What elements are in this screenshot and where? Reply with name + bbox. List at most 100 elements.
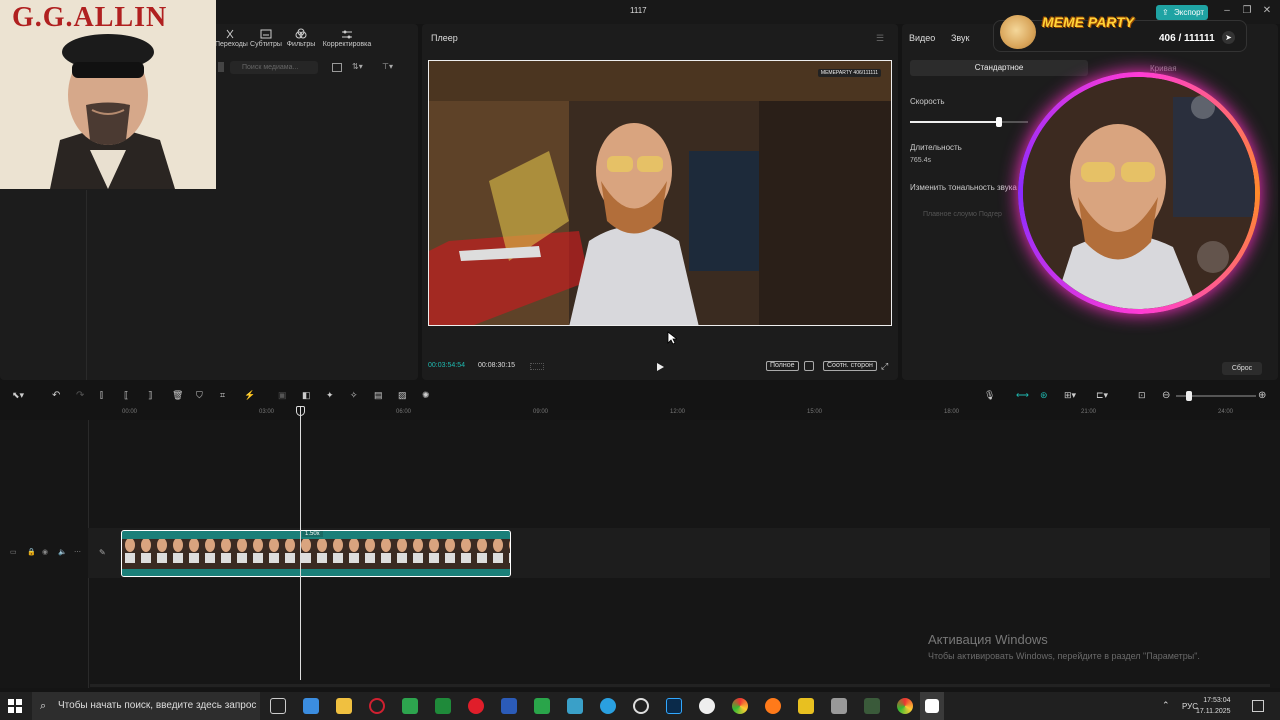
player-menu-icon[interactable]: ☰: [876, 33, 884, 44]
track-audio-icon[interactable]: 🔈: [58, 548, 67, 556]
obs-icon[interactable]: [633, 698, 649, 714]
app-icon-game[interactable]: [864, 698, 880, 714]
microphone-icon[interactable]: 🎙: [984, 390, 996, 402]
video-frame-illustration: [429, 61, 891, 325]
crop-icon[interactable]: ⌗: [220, 390, 232, 402]
tab-subtitles[interactable]: Субтитры: [249, 28, 283, 48]
taskbar-search-input[interactable]: ⌕ Чтобы начать поиск, введите здесь запр…: [32, 692, 260, 720]
magnet-icon[interactable]: ⊛: [1040, 390, 1052, 402]
word-icon[interactable]: [501, 698, 517, 714]
effects-icon[interactable]: ✺: [422, 390, 434, 402]
excel-icon[interactable]: [435, 698, 451, 714]
track-lock-icon[interactable]: 🔒: [27, 548, 36, 556]
magic-icon[interactable]: ✧: [350, 390, 362, 402]
speed-label: Скорость: [910, 97, 945, 106]
link-icon[interactable]: ⟷: [1016, 390, 1029, 402]
telegram-icon[interactable]: [600, 698, 616, 714]
aspect-ratio-button[interactable]: Соотн. сторон: [823, 361, 877, 371]
track-more-icon[interactable]: ⋯: [74, 548, 81, 556]
pitch-label[interactable]: Изменить тональность звука: [910, 183, 1017, 192]
activation-subtitle: Чтобы активировать Windows, перейдите в …: [928, 651, 1200, 661]
fullscreen-icon[interactable]: ⤢: [881, 361, 888, 372]
freeze-icon[interactable]: ▣: [278, 390, 290, 402]
duration-value[interactable]: 765.4s: [910, 157, 931, 164]
yandex-icon[interactable]: [699, 698, 715, 714]
minimize-button[interactable]: –: [1220, 4, 1234, 18]
image-icon[interactable]: ▨: [398, 390, 410, 402]
task-view-icon[interactable]: [270, 698, 286, 714]
split-right-icon[interactable]: ⟧: [148, 390, 160, 402]
app-icon-yellow[interactable]: [798, 698, 814, 714]
player-video-frame[interactable]: MEMEPARTY 406/111111: [428, 60, 892, 326]
app-icon-1[interactable]: [303, 698, 319, 714]
panel-collapse-icon[interactable]: [218, 62, 224, 72]
fit-timeline-icon[interactable]: ⊡: [1138, 390, 1150, 402]
app-icon-blue[interactable]: [567, 698, 583, 714]
tab-video[interactable]: Видео: [909, 33, 935, 43]
select-tool-icon[interactable]: ⬉▾: [12, 390, 24, 402]
play-app-icon[interactable]: [534, 698, 550, 714]
undo-icon[interactable]: ↶: [52, 390, 64, 402]
close-button[interactable]: ✕: [1260, 4, 1274, 18]
search-icon: ⌕: [40, 700, 47, 712]
doge-icon: [1000, 15, 1036, 49]
snap-icon[interactable]: ⊏▾: [1096, 390, 1108, 402]
opera-gx-icon[interactable]: [369, 698, 385, 714]
windows-start-icon[interactable]: [8, 699, 22, 713]
delete-icon[interactable]: 🗑: [172, 390, 184, 402]
track-edit-icon[interactable]: ✎: [99, 548, 106, 557]
tab-filters[interactable]: Фильтры: [285, 28, 317, 48]
preview-axis-icon[interactable]: ⊞▾: [1064, 390, 1076, 402]
firefox-icon[interactable]: [765, 698, 781, 714]
photoshop-icon[interactable]: [666, 698, 682, 714]
file-explorer-icon[interactable]: [336, 698, 352, 714]
speed-slider-knob[interactable]: [995, 117, 1002, 127]
chrome-icon-2[interactable]: [897, 698, 913, 714]
app-icon-gray[interactable]: [831, 698, 847, 714]
shield-icon[interactable]: ⛉: [196, 390, 208, 402]
speed-mode-curve[interactable]: Кривая: [1150, 64, 1177, 73]
ai-icon[interactable]: ✦: [326, 390, 338, 402]
track-visibility-icon[interactable]: ◉: [42, 548, 48, 556]
app-icon-green[interactable]: [402, 698, 418, 714]
media-search-input[interactable]: Поиск медиама...: [230, 61, 318, 74]
redo-icon[interactable]: ↷: [76, 390, 88, 402]
speed-icon[interactable]: ⚡: [244, 390, 256, 402]
opera-icon[interactable]: [468, 698, 484, 714]
capcut-active-icon[interactable]: [920, 692, 944, 720]
zoom-out-icon[interactable]: ⊖: [1162, 390, 1174, 402]
video-clip[interactable]: [121, 530, 511, 577]
track-cover-icon[interactable]: ▭: [10, 548, 17, 556]
circle-webcam-overlay: [1018, 72, 1260, 314]
grid-view-icon[interactable]: [332, 63, 342, 72]
caption-icon[interactable]: ▤: [374, 390, 386, 402]
play-button[interactable]: [655, 362, 665, 372]
tab-adjustment[interactable]: Корректировка: [321, 28, 373, 48]
mirror-icon[interactable]: ◧: [302, 390, 314, 402]
split-left-icon[interactable]: ⟦: [124, 390, 136, 402]
zoom-in-icon[interactable]: ⊕: [1258, 390, 1270, 402]
speed-mode-standard[interactable]: Стандартное: [910, 60, 1088, 76]
sort-icon[interactable]: ⇅▾: [352, 62, 363, 71]
smooth-slowmo-label[interactable]: Плавное слоумо Подгер: [923, 211, 1002, 218]
maximize-button[interactable]: ❐: [1240, 4, 1254, 18]
tab-transitions[interactable]: Переходы: [215, 28, 248, 48]
reset-button[interactable]: Сброс: [1222, 362, 1262, 375]
tab-label: Субтитры: [250, 41, 282, 48]
tick-label: 18:00: [944, 409, 960, 415]
split-icon[interactable]: ⫿: [100, 390, 112, 402]
taskbar-clock[interactable]: 17:53:04 17.11.2025: [1196, 695, 1231, 717]
playhead[interactable]: [300, 406, 301, 680]
timeline-scrollbar[interactable]: [90, 684, 1270, 687]
zoom-fit-icon[interactable]: [804, 361, 814, 371]
export-button[interactable]: ⇪ Экспорт: [1156, 5, 1208, 20]
filter-icon[interactable]: ⊤▾: [382, 62, 393, 71]
full-button[interactable]: Полное: [766, 361, 799, 371]
total-time: 00:08:30:15: [478, 362, 515, 369]
tab-audio[interactable]: Звук: [951, 33, 969, 43]
notifications-icon[interactable]: [1252, 700, 1264, 712]
chrome-icon[interactable]: [732, 698, 748, 714]
capcut-icon: [925, 699, 939, 713]
zoom-slider-knob[interactable]: [1186, 391, 1192, 401]
tray-chevron-icon[interactable]: ⌃: [1162, 700, 1170, 711]
